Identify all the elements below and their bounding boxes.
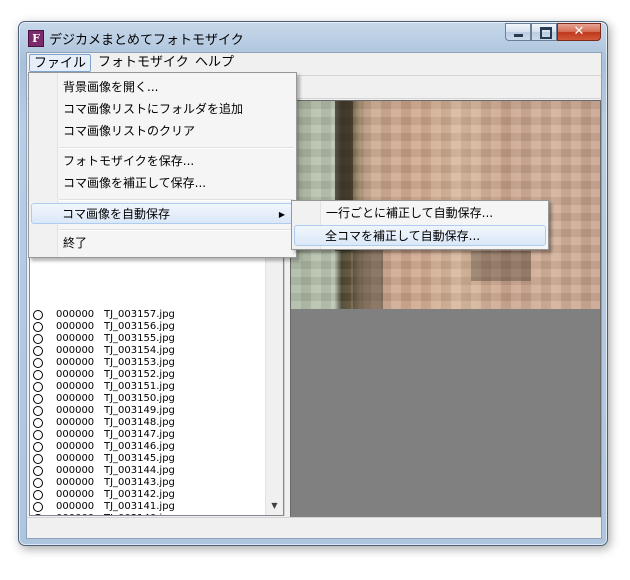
submenu-arrow-icon: ▶ (278, 210, 285, 219)
app-icon[interactable]: F (28, 30, 44, 47)
list-item-filename: TJ_003157.jpg (104, 309, 175, 320)
list-item-filename: TJ_003147.jpg (104, 429, 175, 440)
status-circle-icon (33, 358, 43, 368)
menu-item-label: 終了 (63, 236, 88, 250)
list-item-filename: TJ_003150.jpg (104, 393, 175, 404)
window-title: デジカメまとめてフォトモザイク (49, 33, 244, 48)
menu-item-correct-and-save[interactable]: コマ画像を補正して保存... (31, 173, 294, 194)
menu-item-label: コマ画像を補正して保存... (63, 176, 207, 190)
list-item-filename: TJ_003149.jpg (104, 405, 175, 416)
list-item-filename: TJ_003144.jpg (104, 465, 175, 476)
status-circle-icon (33, 466, 43, 476)
list-item-filename: TJ_003156.jpg (104, 321, 175, 332)
list-item-number: 000000 (56, 465, 95, 476)
list-item-filename: TJ_003146.jpg (104, 441, 175, 452)
title-bar[interactable]: F デジカメまとめてフォトモザイク ✕ (19, 22, 607, 52)
list-item-number: 000000 (56, 405, 95, 416)
list-item-filename: TJ_003148.jpg (104, 417, 175, 428)
list-item-filename: TJ_003152.jpg (104, 369, 175, 380)
list-item-number: 000000 (56, 333, 95, 344)
menu-item-label: コマ画像リストのクリア (63, 124, 196, 138)
minimize-icon (514, 34, 523, 37)
status-circle-icon (33, 370, 43, 380)
status-circle-icon (33, 406, 43, 416)
list-item-filename: TJ_003154.jpg (104, 345, 175, 356)
menu-item-label: 背景画像を開く... (63, 80, 159, 94)
list-item-number: 000000 (56, 477, 95, 488)
auto-save-submenu: 一行ごとに補正して自動保存... 全コマを補正して自動保存... (291, 200, 549, 250)
list-item-filename: TJ_003141.jpg (104, 501, 175, 512)
status-circle-icon (33, 478, 43, 488)
status-circle-icon (33, 418, 43, 428)
menu-item-auto-save-per-row[interactable]: 一行ごとに補正して自動保存... (294, 203, 546, 224)
list-item-number: 000000 (56, 321, 95, 332)
close-button[interactable]: ✕ (557, 23, 601, 41)
menu-item-auto-save[interactable]: コマ画像を自動保存 ▶ (31, 203, 294, 224)
menu-separator (59, 229, 294, 231)
menu-photomosaic[interactable]: フォトモザイク (94, 54, 193, 72)
list-item-filename: TJ_003140.jpg (104, 513, 175, 515)
list-item-number: 000000 (56, 345, 95, 356)
status-circle-icon (33, 322, 43, 332)
menu-item-save-mosaic[interactable]: フォトモザイクを保存... (31, 151, 294, 172)
scroll-down-icon[interactable]: ▼ (266, 499, 283, 513)
status-circle-icon (33, 346, 43, 356)
menu-bar: ファイル フォトモザイク ヘルプ (27, 53, 601, 73)
list-item-number: 000000 (56, 501, 95, 512)
list-item-filename: TJ_003153.jpg (104, 357, 175, 368)
minimize-button[interactable] (505, 23, 531, 41)
menu-separator (59, 147, 294, 149)
status-circle-icon (33, 442, 43, 452)
maximize-button[interactable] (531, 23, 557, 41)
menu-item-open-background[interactable]: 背景画像を開く... (31, 77, 294, 98)
list-item-number: 000000 (56, 429, 95, 440)
list-item-number: 000000 (56, 453, 95, 464)
menu-help[interactable]: ヘルプ (191, 54, 238, 72)
list-item-number: 000000 (56, 381, 95, 392)
menu-item-add-folder[interactable]: コマ画像リストにフォルダを追加 (31, 99, 294, 120)
list-item-number: 000000 (56, 309, 95, 320)
status-circle-icon (33, 382, 43, 392)
mosaic-preview[interactable] (290, 100, 601, 518)
list-item-number: 000000 (56, 441, 95, 452)
list-item-number: 000000 (56, 513, 94, 515)
status-circle-icon (33, 334, 43, 344)
maximize-icon (540, 27, 552, 39)
list-item-number: 000000 (56, 369, 95, 380)
menu-item-label: 全コマを補正して自動保存... (325, 229, 481, 243)
close-icon: ✕ (573, 24, 585, 39)
status-circle-icon (33, 490, 43, 500)
list-item-number: 000000 (56, 417, 95, 428)
list-item-filename: TJ_003155.jpg (104, 333, 175, 344)
status-circle-icon (33, 454, 43, 464)
mosaic-dark-region (471, 251, 531, 281)
menu-separator (59, 199, 294, 201)
menu-file[interactable]: ファイル (29, 54, 92, 72)
status-circle-icon (33, 430, 43, 440)
list-item-filename: TJ_003142.jpg (104, 489, 175, 500)
caption-buttons: ✕ (505, 23, 601, 42)
status-circle-icon (33, 502, 43, 512)
list-item-number: 000000 (56, 489, 95, 500)
menu-item-auto-save-all[interactable]: 全コマを補正して自動保存... (294, 225, 546, 246)
list-item-filename: TJ_003151.jpg (104, 381, 175, 392)
menu-item-label: コマ画像リストにフォルダを追加 (63, 102, 244, 116)
file-menu-dropdown: 背景画像を開く... コマ画像リストにフォルダを追加 コマ画像リストのクリア フ… (28, 72, 297, 258)
status-circle-icon (33, 310, 43, 320)
menu-item-label: コマ画像を自動保存 (62, 207, 171, 221)
list-item-filename: TJ_003145.jpg (104, 453, 175, 464)
menu-item-label: フォトモザイクを保存... (63, 154, 195, 168)
menu-item-label: 一行ごとに補正して自動保存... (326, 206, 494, 220)
status-circle-icon (33, 514, 43, 515)
status-bar (27, 517, 601, 538)
status-circle-icon (33, 394, 43, 404)
list-item-number: 000000 (56, 357, 95, 368)
menu-item-clear-list[interactable]: コマ画像リストのクリア (31, 121, 294, 142)
menu-item-exit[interactable]: 終了 (31, 233, 294, 254)
list-item-filename: TJ_003143.jpg (104, 477, 175, 488)
list-item-number: 000000 (56, 393, 95, 404)
